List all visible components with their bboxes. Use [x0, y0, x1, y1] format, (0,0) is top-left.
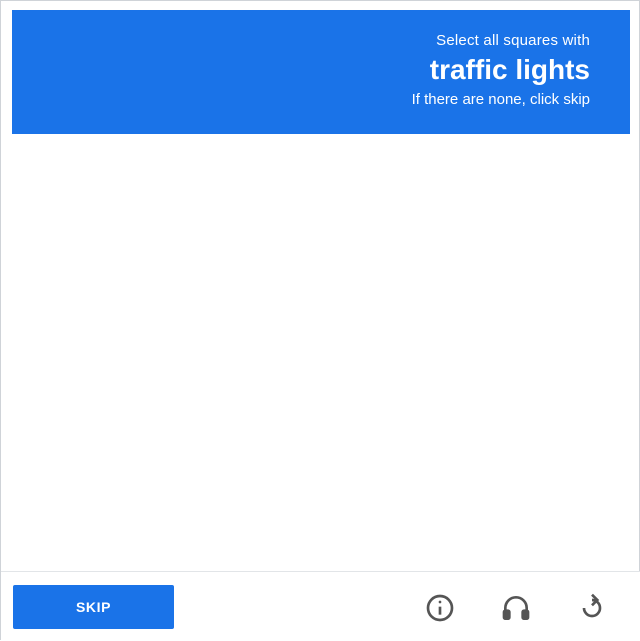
- grid-tile[interactable]: [166, 246, 321, 353]
- challenge-header: Select all squares with traffic lights I…: [12, 10, 630, 134]
- grid-tile[interactable]: [12, 352, 167, 459]
- image-grid: [12, 140, 630, 565]
- skip-button[interactable]: SKIP: [13, 585, 174, 629]
- grid-tile[interactable]: [321, 352, 476, 459]
- grid-tile[interactable]: [475, 140, 630, 247]
- grid-tile[interactable]: [321, 458, 476, 565]
- grid-tile[interactable]: [12, 458, 167, 565]
- grid-tile[interactable]: [475, 352, 630, 459]
- grid-tile[interactable]: [166, 352, 321, 459]
- target-object-text: traffic lights: [429, 54, 590, 85]
- hint-text: If there are none, click skip: [411, 91, 590, 108]
- grid-tile[interactable]: [475, 246, 630, 353]
- grid-tile[interactable]: [475, 458, 630, 565]
- grid-tile[interactable]: [321, 140, 476, 247]
- grid-tile[interactable]: [166, 458, 321, 565]
- headphones-icon[interactable]: [497, 589, 535, 627]
- grid-tile[interactable]: [166, 140, 321, 247]
- grid-tile[interactable]: [12, 246, 167, 353]
- info-icon[interactable]: [421, 589, 459, 627]
- challenge-footer: SKIP: [1, 571, 640, 641]
- grid-tile[interactable]: [321, 246, 476, 353]
- reload-icon[interactable]: [573, 589, 611, 627]
- instruction-text: Select all squares with: [436, 32, 590, 49]
- grid-tile[interactable]: [12, 140, 167, 247]
- captcha-frame: Select all squares with traffic lights I…: [0, 0, 640, 641]
